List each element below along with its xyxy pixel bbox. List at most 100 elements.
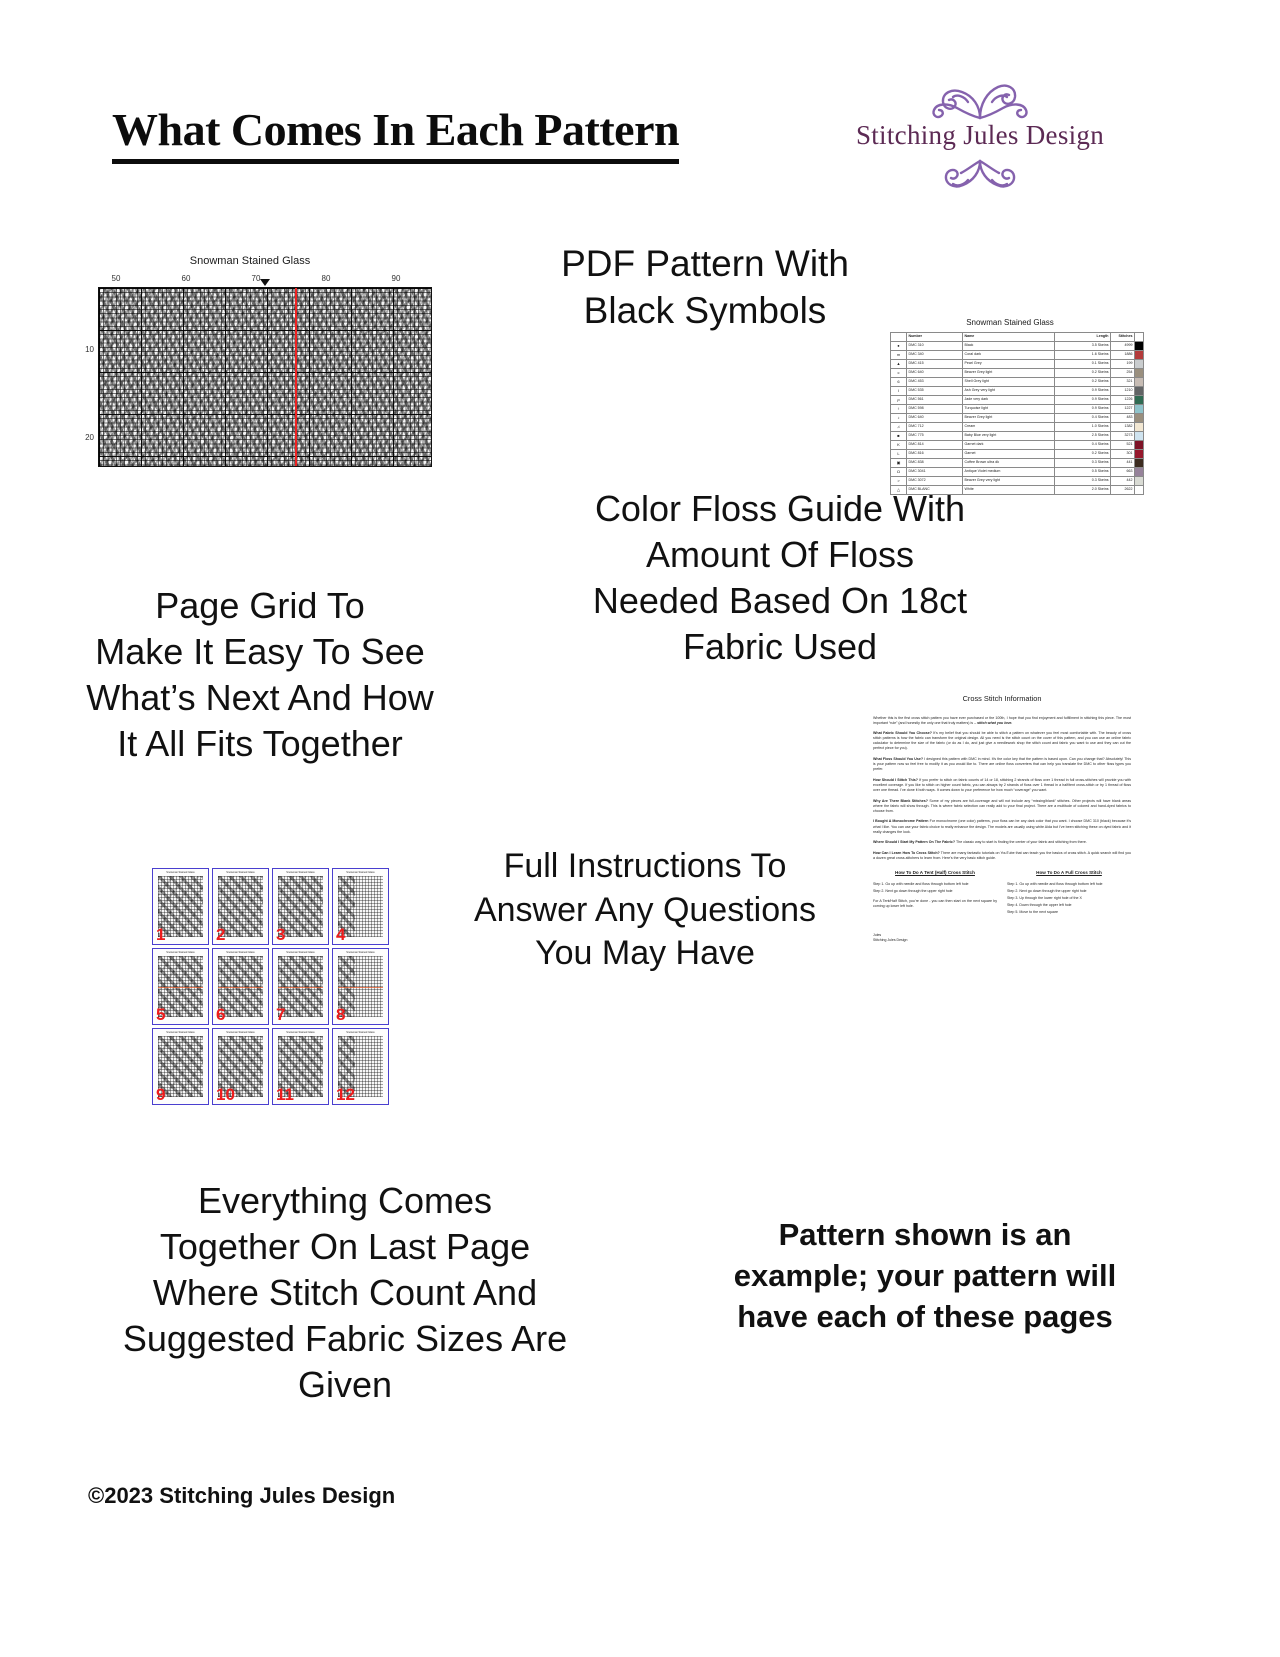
cell-stitches: 1382 [1110, 421, 1135, 432]
cell-length: 0.9 Skeins [1054, 403, 1111, 414]
cell-color-swatch [1134, 358, 1144, 369]
page-thumbnail-title: Snowman Stained Glass [346, 951, 375, 954]
cell-stitches: 442 [1110, 475, 1135, 486]
cell-color-swatch [1134, 412, 1144, 423]
chart-col-label: 60 [181, 274, 191, 283]
cell-color-swatch [1134, 367, 1144, 378]
cell-color-swatch [1134, 376, 1144, 387]
cell-color-swatch [1134, 430, 1144, 441]
how-to-full-step: Step 5. Move to the next square [1007, 909, 1058, 914]
page-thumbnail: Snowman Stained Glass 5 [152, 948, 209, 1025]
page-thumbnail: Snowman Stained Glass 8 [332, 948, 389, 1025]
cell-name: Cream [962, 421, 1055, 432]
page-thumbnail-title: Snowman Stained Glass [286, 1031, 315, 1034]
cell-number: DMC 816 [906, 448, 963, 459]
instructions-paragraph: Where Should I Start My Pattern On The F… [873, 840, 1087, 845]
cell-symbol: > [890, 475, 907, 486]
page-thumbnail-title: Snowman Stained Glass [226, 951, 255, 954]
callout-pdf-pattern: PDF Pattern With Black Symbols [561, 243, 849, 332]
cell-color-swatch [1134, 475, 1144, 486]
paragraph-lead: What Floss Should You Use? [873, 757, 924, 762]
how-to-tent-step: Step 2. Next go down through the upper r… [873, 888, 953, 893]
page-thumbnail: Snowman Stained Glass 11 [272, 1028, 329, 1105]
page-grid-thumbnails: Snowman Stained Glass 1 Snowman Stained Gl… [152, 868, 392, 1108]
how-to-tent-note: For A Tent/Half Stitch, you’re done - yo… [873, 898, 997, 908]
page-number-label: 6 [216, 1005, 226, 1024]
cell-length: 0.9 Skeins [1054, 394, 1111, 405]
chart-col-label: 50 [111, 274, 121, 283]
cell-name: Ash Grey very light [962, 385, 1055, 396]
callout-everything-comes: Everything Comes Together On Last Page W… [122, 1180, 568, 1406]
table-row: ▣ DMC 838 Coffee Brown ultra dk 0.3 Skeins 4… [890, 457, 1144, 468]
page-number-label: 4 [336, 925, 346, 944]
page-thumbnail: Snowman Stained Glass 12 [332, 1028, 389, 1105]
table-row: ● DMC 310 Black 3.5 Skeins 4999 [890, 340, 1144, 351]
cell-color-swatch [1134, 484, 1144, 495]
cell-symbol: ▲ [890, 358, 907, 369]
cell-color-swatch [1134, 421, 1144, 432]
page-thumbnail: Snowman Stained Glass 1 [152, 868, 209, 945]
cell-name: White [962, 484, 1055, 495]
cell-number: DMC 712 [906, 421, 963, 432]
cell-name: Garnet dark [962, 439, 1055, 450]
instructions-paragraph: What Floss Should You Use? I designed th… [873, 757, 1131, 772]
cell-number: DMC 310 [906, 340, 963, 351]
cross-stitch-chart-preview: Snowman Stained Glass 50 60 70 80 90 10 … [70, 255, 432, 495]
flourish-bottom-icon [845, 158, 1115, 197]
cell-symbol: L [890, 448, 907, 459]
instructions-paragraph: How Should I Stitch This? If you prefer … [873, 777, 1131, 793]
brand-logo: Stitching Jules Design [845, 72, 1115, 197]
cell-length: 0.3 Skeins [1054, 475, 1111, 486]
page-number-label: 10 [216, 1085, 235, 1104]
table-row: c DMC 640 Beaver Grey light 0.2 Skeins 254 [890, 367, 1144, 378]
cell-color-swatch [1134, 385, 1144, 396]
cell-number: DMC 453 [906, 376, 963, 387]
cell-number: DMC 814 [906, 439, 963, 450]
callout-floss-guide: Color Floss Guide With Amount Of Floss N… [592, 488, 968, 668]
cell-name: Beaver Grey light [962, 367, 1055, 378]
col-stitches: Stitches [1110, 332, 1135, 342]
instructions-paragraph: I Bought A Monochrome Pattern For monoch… [873, 819, 1131, 834]
page-thumbnail-title: Snowman Stained Glass [346, 1031, 375, 1034]
page-thumbnail-title: Snowman Stained Glass [286, 871, 315, 874]
cell-length: 0.3 Skeins [1054, 457, 1111, 468]
table-row: > DMC 3072 Beaver Grey very light 0.3 Skein… [890, 475, 1144, 486]
cell-stitches: 521 [1110, 439, 1135, 450]
page-thumbnail-title: Snowman Stained Glass [286, 951, 315, 954]
col-swatch [1134, 332, 1144, 342]
cell-name: Antique Violet medium [962, 466, 1055, 477]
how-to-tent-step: Step 1. Go up with needle and floss thro… [873, 881, 969, 886]
col-length: Length [1054, 332, 1111, 342]
table-row: Ω DMC 3041 Antique Violet medium 0.5 Skeins… [890, 466, 1144, 477]
paragraph-emphasis: stitch what you love. [977, 720, 1013, 725]
chart-col-label: 90 [391, 274, 401, 283]
cell-length: 2.0 Skeins [1054, 484, 1111, 495]
paragraph-lead: I Bought A Monochrome Pattern [873, 819, 929, 824]
page-thumbnail-title: Snowman Stained Glass [166, 951, 195, 954]
page-number-label: 7 [276, 1005, 286, 1024]
cell-color-swatch [1134, 448, 1144, 459]
page-thumbnail-center-line [158, 986, 203, 988]
how-to-full-step: Step 2. Next go down through the upper r… [1007, 888, 1087, 893]
page-thumbnail: Snowman Stained Glass 9 [152, 1028, 209, 1105]
instructions-paragraph: Why Are There Blank Stitches? Some of my… [873, 798, 1131, 813]
chart-col-label: 80 [321, 274, 331, 283]
cell-name: Beaver Grey very light [962, 475, 1055, 486]
cell-number: DMC 640 [906, 367, 963, 378]
cell-name: Pearl Grey [962, 358, 1055, 369]
page-thumbnail-center-line [218, 986, 263, 988]
cell-name: Baby Blue very light [962, 430, 1055, 441]
cell-stitches: 254 [1110, 367, 1135, 378]
page-thumbnail: Snowman Stained Glass 2 [212, 868, 269, 945]
paragraph-lead: How Can I Learn How To Cross Stitch? [873, 850, 940, 855]
page-title: What Comes In Each Pattern [112, 104, 680, 164]
page-thumbnail: Snowman Stained Glass 3 [272, 868, 329, 945]
cell-stitches: 663 [1110, 466, 1135, 477]
cell-symbol: △ [890, 484, 907, 495]
cell-length: 0.2 Skeins [1054, 448, 1111, 459]
cell-number: DMC 598 [906, 403, 963, 414]
cell-number: DMC 3072 [906, 475, 963, 486]
flourish-swirl-lower-icon [944, 159, 1016, 188]
table-header-row: Number Name Length Stitches [890, 332, 1144, 342]
cell-name: Turquoise light [962, 403, 1055, 414]
